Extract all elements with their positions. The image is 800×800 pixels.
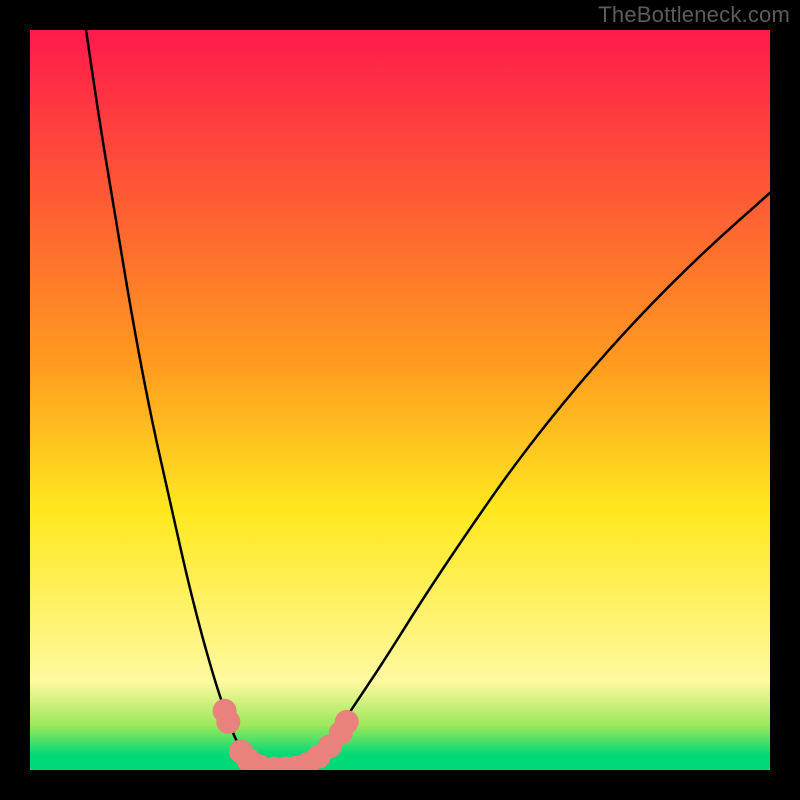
- highlighted-markers-pt-1: [216, 710, 240, 734]
- plot-area: [30, 30, 770, 770]
- chart-svg: [30, 30, 770, 770]
- highlighted-markers-pt-12: [335, 710, 359, 734]
- gradient-background: [30, 30, 770, 770]
- watermark-text: TheBottleneck.com: [598, 2, 790, 28]
- chart-frame: TheBottleneck.com: [0, 0, 800, 800]
